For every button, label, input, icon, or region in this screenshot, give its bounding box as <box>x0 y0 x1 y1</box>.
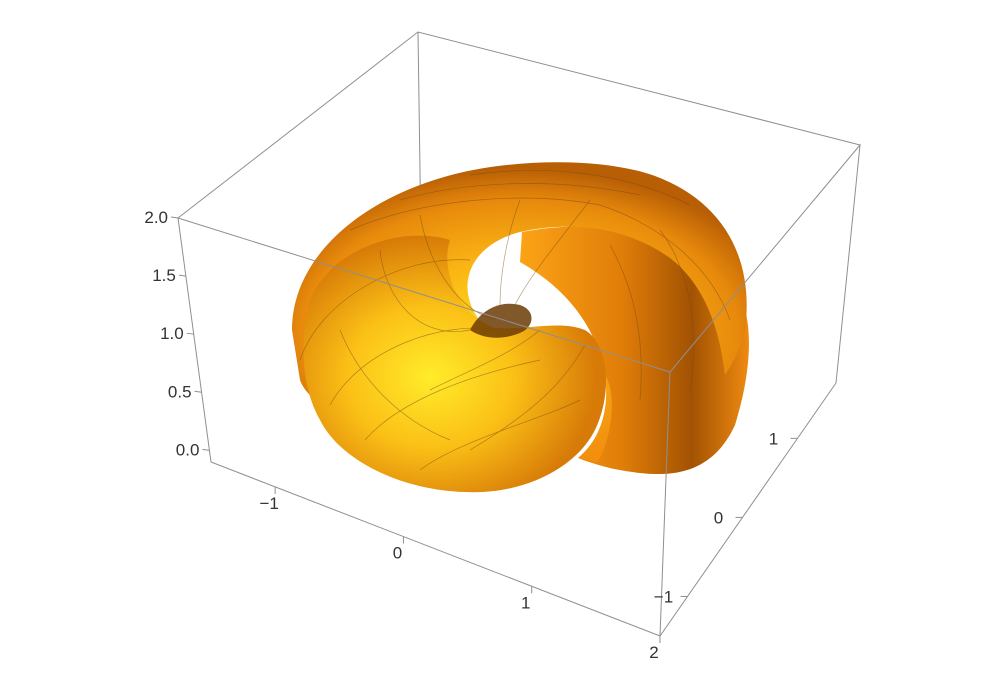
z-tick <box>186 332 194 335</box>
z-axis: 0.0 0.5 1.0 1.5 2.0 <box>144 208 210 459</box>
x-tick-label: 2 <box>649 643 658 662</box>
z-tick-label: 0.5 <box>168 382 192 401</box>
z-tick-label: 0.0 <box>176 440 200 459</box>
z-tick-label: 1.0 <box>160 324 184 343</box>
z-tick <box>194 390 202 393</box>
x-tick-label: 0 <box>393 544 402 563</box>
y-tick-label: −1 <box>654 587 673 606</box>
x-axis: −1 0 1 2 <box>259 486 661 662</box>
x-tick-label: −1 <box>259 494 278 513</box>
z-tick <box>170 216 179 219</box>
z-tick <box>202 448 210 451</box>
z-tick <box>178 274 186 277</box>
z-tick-label: 2.0 <box>144 208 168 227</box>
z-tick-label: 1.5 <box>152 266 176 285</box>
y-tick-label: 1 <box>769 429 778 448</box>
seashell-surface-plot: 0.0 0.5 1.0 1.5 2.0 −1 0 1 2 −1 0 1 <box>144 31 861 662</box>
shell-surface <box>292 162 749 493</box>
y-tick-label: 0 <box>714 508 723 527</box>
x-tick-label: 1 <box>521 593 530 612</box>
